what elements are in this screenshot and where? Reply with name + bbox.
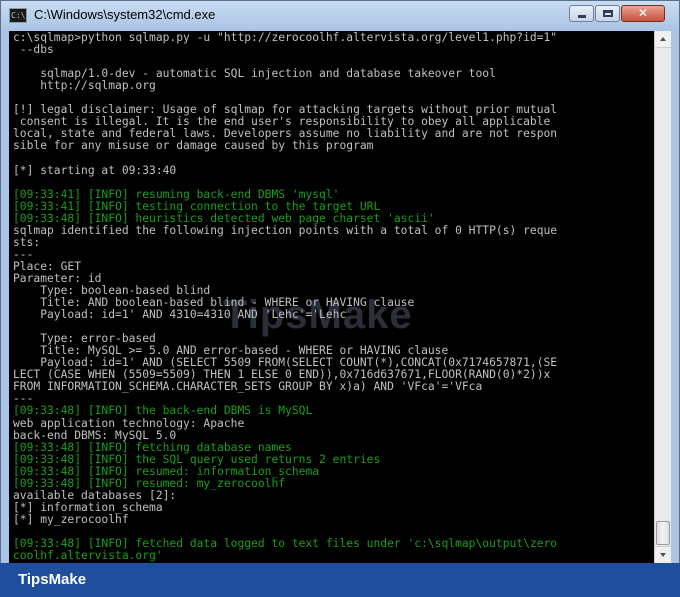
console-line: sqlmap identified the following injectio…	[13, 223, 558, 237]
console-line: coolhf.altervista.org'	[13, 549, 163, 563]
scroll-down-button[interactable]	[655, 546, 671, 563]
maximize-button[interactable]	[595, 5, 620, 22]
console-line: [09:33:48] [INFO] resumed: information_s…	[13, 464, 320, 478]
vertical-scrollbar[interactable]	[654, 31, 671, 563]
cmd-window: C:\ C:\Windows\system32\cmd.exe ✕ c:\sql…	[0, 0, 680, 597]
console-line: [09:33:41] [INFO] testing connection to …	[13, 199, 381, 213]
footer-banner: TipsMake	[0, 563, 680, 597]
console-line: --dbs	[13, 43, 54, 57]
title-bar[interactable]: C:\ C:\Windows\system32\cmd.exe ✕	[1, 1, 679, 31]
console-line: [09:33:48] [INFO] the SQL query used ret…	[13, 452, 381, 466]
console-line: c:\sqlmap>python sqlmap.py -u "http://ze…	[13, 31, 558, 44]
console-line: [09:33:41] [INFO] resuming back-end DBMS…	[13, 187, 340, 201]
console-line: ---	[13, 247, 34, 261]
console-line: [09:33:48] [INFO] fetching database name…	[13, 440, 292, 454]
console-output[interactable]: c:\sqlmap>python sqlmap.py -u "http://ze…	[9, 31, 654, 563]
maximize-icon	[603, 10, 613, 17]
console-line: [*] my_zerocoolhf	[13, 512, 129, 526]
console-line: http://sqlmap.org	[13, 79, 156, 93]
console-line: FROM INFORMATION_SCHEMA.CHARACTER_SETS G…	[13, 380, 483, 394]
console-line: [09:33:48] [INFO] the back-end DBMS is M…	[13, 404, 313, 418]
scroll-up-button[interactable]	[655, 31, 671, 48]
minimize-icon	[578, 15, 586, 18]
console-line: sts:	[13, 235, 41, 249]
minimize-button[interactable]	[569, 5, 594, 22]
console-line: [09:33:48] [INFO] resumed: my_zerocoolhf	[13, 476, 286, 490]
close-icon: ✕	[637, 6, 649, 20]
scrollbar-thumb[interactable]	[656, 521, 670, 545]
console-line: web application technology: Apache	[13, 416, 245, 430]
console-line: sible for any misuse or damage caused by…	[13, 139, 374, 153]
console-line: [*] starting at 09:33:40	[13, 163, 177, 177]
close-button[interactable]: ✕	[621, 5, 665, 22]
watermark-text: TipsMake	[223, 293, 413, 337]
console-line: [09:33:48] [INFO] heuristics detected we…	[13, 211, 435, 225]
footer-brand: TipsMake	[18, 571, 87, 588]
console-line: back-end DBMS: MySQL 5.0	[13, 428, 177, 442]
cmd-icon: C:\	[9, 8, 27, 23]
window-title: C:\Windows\system32\cmd.exe	[34, 7, 216, 22]
